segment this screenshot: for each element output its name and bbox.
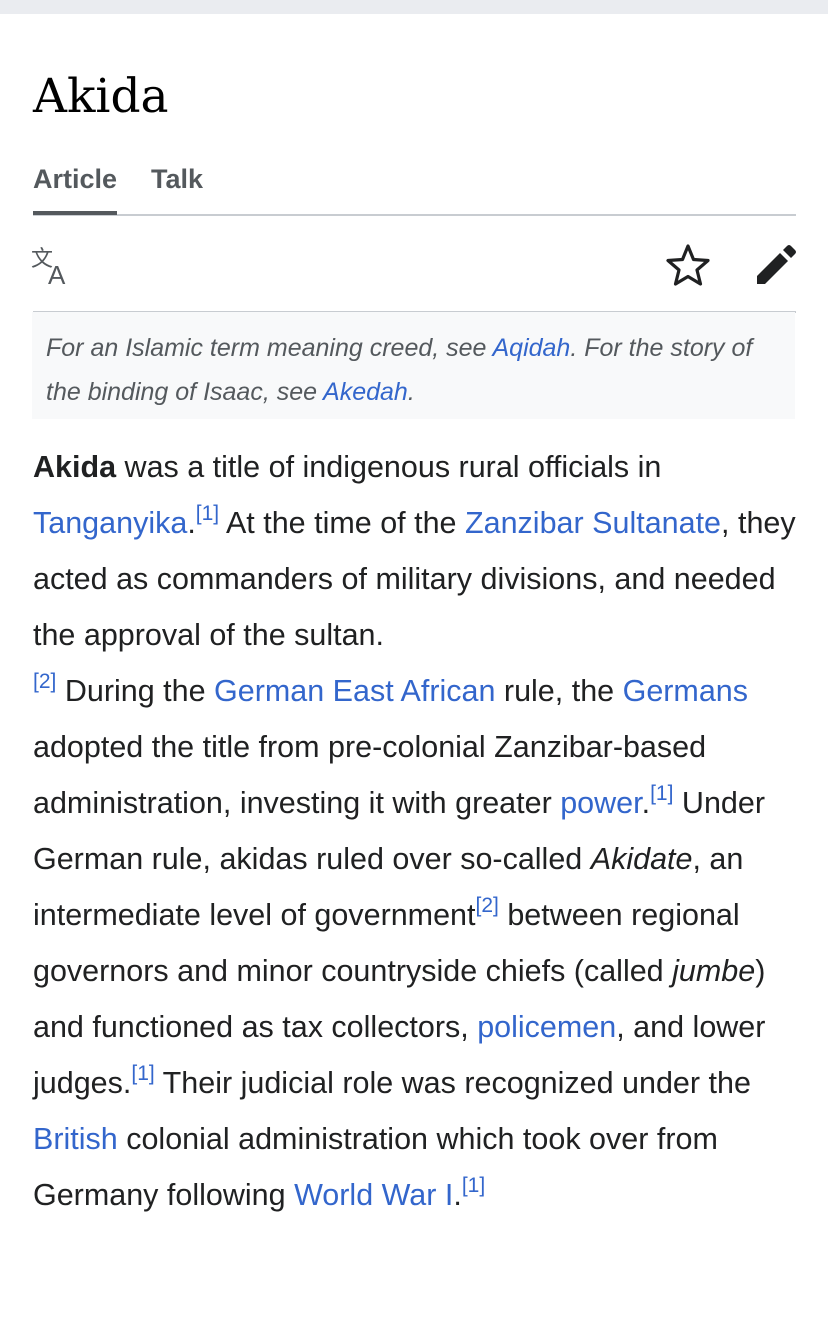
body-text: At the time of the (219, 506, 465, 540)
body-text: Their judicial role was recognized under… (154, 1066, 751, 1100)
citation-label[interactable]: [2] (476, 894, 499, 917)
link-akedah[interactable]: Akedah (323, 378, 408, 406)
citation[interactable]: [1] (650, 782, 673, 805)
link-power[interactable]: power (560, 786, 641, 820)
citation-label[interactable]: [1] (131, 1062, 154, 1085)
language-icon[interactable]: 文 A (31, 244, 75, 288)
citation-label[interactable]: [2] (33, 670, 56, 693)
italic-term: jumbe (672, 954, 756, 988)
citation-label[interactable]: [1] (196, 502, 219, 525)
citation[interactable]: [1] (131, 1062, 154, 1085)
link-tanganyika[interactable]: Tanganyika (33, 506, 187, 540)
article-subject: Akida (33, 450, 117, 484)
svg-text:A: A (48, 260, 66, 288)
link-german-east-africa[interactable]: German East African (214, 674, 495, 708)
star-icon[interactable] (665, 242, 711, 288)
citation-label[interactable]: [1] (462, 1174, 485, 1197)
citation[interactable]: [2] (476, 894, 499, 917)
body-text: . (641, 786, 651, 820)
citation-label[interactable]: [1] (650, 782, 673, 805)
top-bar (0, 0, 828, 14)
body-text: . (187, 506, 196, 540)
italic-term: Akidate (590, 842, 693, 876)
pencil-icon[interactable] (753, 242, 799, 288)
body-text: rule, the (495, 674, 623, 708)
body-text: was a title of indigenous rural official… (116, 450, 662, 484)
link-aqidah[interactable]: Aqidah (492, 334, 570, 362)
citation[interactable]: [1] (462, 1174, 485, 1197)
article-body: Akida was a title of indigenous rural of… (33, 439, 803, 1223)
page-actions-toolbar: 文 A (31, 216, 799, 313)
page-tabs: Article Talk (33, 164, 796, 216)
link-zanzibar-sultanate[interactable]: Zanzibar Sultanate (465, 506, 721, 540)
tab-article[interactable]: Article (33, 164, 118, 215)
page-title: Akida (33, 69, 169, 124)
body-text: During the (56, 674, 215, 708)
citation[interactable]: [1] (196, 502, 219, 525)
tab-talk[interactable]: Talk (151, 164, 203, 194)
hatnote: For an Islamic term meaning creed, see A… (32, 312, 795, 419)
link-british[interactable]: British (33, 1122, 118, 1156)
hatnote-text: . (407, 378, 415, 406)
link-germans[interactable]: Germans (623, 674, 748, 708)
link-world-war-i[interactable]: World War I (294, 1178, 453, 1212)
body-text: . (453, 1178, 462, 1212)
link-policemen[interactable]: policemen (477, 1010, 616, 1044)
citation[interactable]: [2] (33, 670, 56, 693)
hatnote-text: For an Islamic term meaning creed, see (46, 334, 493, 362)
